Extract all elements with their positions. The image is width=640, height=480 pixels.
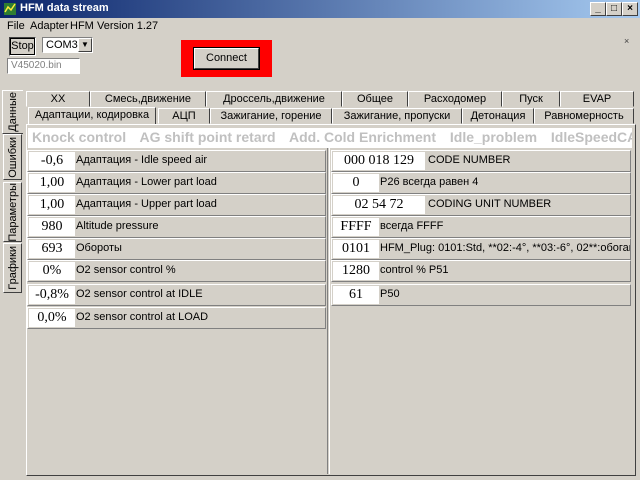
row-value: 61	[333, 286, 379, 304]
tab-start[interactable]: Пуск	[502, 91, 560, 107]
window-title: HFM data stream	[20, 2, 109, 14]
header-knock-control: Knock control	[32, 129, 127, 145]
row-value: 0	[333, 174, 379, 192]
row-value: 1,00	[29, 174, 75, 192]
row-label: CODING UNIT NUMBER	[428, 198, 552, 210]
menu-hfm[interactable]: HFM	[70, 20, 94, 32]
tab-idle[interactable]: ХХ	[26, 91, 90, 107]
menu-version[interactable]: Version 1.27	[97, 20, 158, 32]
tab-ignition-misfires[interactable]: Зажигание, пропуски	[332, 108, 462, 124]
side-tab-label: Ошибки	[6, 136, 19, 178]
list-item: 0101 HFM_Plug: 0101:Std, **02:-4°, **03:…	[331, 238, 631, 260]
header-idle-problem: Idle_problem	[449, 129, 538, 145]
row-value: 1,00	[29, 196, 75, 214]
side-tab-label: Данные	[7, 92, 19, 132]
row-value: 980	[29, 218, 75, 236]
chevron-down-icon[interactable]: ▼	[78, 38, 92, 52]
tab-general[interactable]: Общее	[342, 91, 408, 107]
row-label: всегда FFFF	[380, 220, 444, 232]
list-item: 61 P50	[331, 284, 631, 306]
list-item: 0 P26 всегда равен 4	[331, 172, 631, 194]
port-select[interactable]: COM3 ▼	[42, 37, 93, 53]
list-item: FFFF всегда FFFF	[331, 216, 631, 238]
close-button[interactable]: ×	[622, 2, 638, 16]
tab-adaptations-coding[interactable]: Адаптации, кодировка	[28, 107, 156, 125]
title-bar[interactable]: HFM data stream _ □ ×	[0, 0, 640, 18]
list-item: -0,8% O2 sensor control at IDLE	[27, 284, 326, 306]
row-value: 0101	[333, 240, 379, 258]
row-label: Адаптация - Lower part load	[76, 176, 217, 188]
connect-button[interactable]: Connect	[193, 47, 260, 70]
maximize-button[interactable]: □	[606, 2, 622, 16]
column-divider	[327, 148, 330, 474]
list-item: 693 Обороты	[27, 238, 326, 260]
list-item: 980 Altitude pressure	[27, 216, 326, 238]
list-item: 0% O2 sensor control %	[27, 260, 326, 282]
minimize-button[interactable]: _	[590, 2, 606, 16]
row-value: -0,8%	[29, 286, 75, 304]
row-value: 1280	[333, 262, 379, 280]
list-item: 02 54 72 CODING UNIT NUMBER	[331, 194, 631, 216]
row-label: Обороты	[76, 242, 122, 254]
tab-adc[interactable]: АЦП	[158, 108, 210, 124]
close-icon[interactable]: ×	[624, 36, 629, 46]
tab-uniformity[interactable]: Равномерность	[534, 108, 634, 124]
menu-adapter[interactable]: Adapter	[30, 20, 69, 32]
row-label: Адаптация - Idle speed air	[76, 154, 208, 166]
row-value: -0,6	[29, 152, 75, 170]
side-tab-data[interactable]: Данные	[2, 90, 23, 134]
file-field[interactable]: V45020.bin	[7, 58, 80, 74]
port-select-value: COM3	[46, 39, 78, 51]
parameter-header-bar: Knock control AG shift point retard Add.…	[28, 128, 632, 148]
list-item: -0,6 Адаптация - Idle speed air	[27, 150, 326, 172]
row-label: Altitude pressure	[76, 220, 159, 232]
app-icon	[4, 3, 16, 15]
row-label: O2 sensor control at IDLE	[76, 288, 203, 300]
tab-ignition-combustion[interactable]: Зажигание, горение	[210, 108, 332, 124]
list-item: 0,0% O2 sensor control at LOAD	[27, 307, 326, 329]
row-value: 0%	[29, 262, 75, 280]
side-tab-label: Параметры	[6, 182, 19, 242]
side-tab-label: Графики	[6, 246, 19, 290]
header-idle-speed-cat: IdleSpeedCATheat	[550, 129, 632, 145]
list-item: 1280 control % P51	[331, 260, 631, 282]
row-value: 693	[29, 240, 75, 258]
row-label: O2 sensor control %	[76, 264, 176, 276]
stop-button[interactable]: Stop	[9, 37, 36, 56]
tab-mixture-motion[interactable]: Смесь,движение	[90, 91, 206, 107]
row-value: 000 018 129	[333, 152, 425, 170]
row-label: P50	[380, 288, 400, 300]
row-label: O2 sensor control at LOAD	[76, 311, 209, 323]
header-ag-shift: AG shift point retard	[139, 129, 276, 145]
menu-file[interactable]: File	[7, 20, 25, 32]
row-value: 0,0%	[29, 309, 75, 327]
row-label: control % P51	[380, 264, 449, 276]
row-value: 02 54 72	[333, 196, 425, 214]
side-tab-graphs[interactable]: Графики	[3, 243, 22, 293]
tab-evap[interactable]: EVAP	[560, 91, 634, 107]
side-tab-errors[interactable]: Ошибки	[3, 134, 22, 180]
tab-flowmeter[interactable]: Расходомер	[408, 91, 502, 107]
menu-bar: File Adapter HFM Version 1.27	[0, 18, 640, 34]
list-item: 000 018 129 CODE NUMBER	[331, 150, 631, 172]
side-tab-parameters[interactable]: Параметры	[3, 182, 22, 242]
list-item: 1,00 Адаптация - Upper part load	[27, 194, 326, 216]
row-label: CODE NUMBER	[428, 154, 511, 166]
row-label: P26 всегда равен 4	[380, 176, 479, 188]
row-label: HFM_Plug: 0101:Std, **02:-4°, **03:-6°, …	[380, 242, 630, 254]
tab-knock[interactable]: Детонация	[462, 108, 534, 124]
row-value: FFFF	[333, 218, 379, 236]
list-item: 1,00 Адаптация - Lower part load	[27, 172, 326, 194]
header-cold-enrichment: Add. Cold Enrichment	[289, 129, 436, 145]
tab-throttle-motion[interactable]: Дроссель,движение	[206, 91, 342, 107]
row-label: Адаптация - Upper part load	[76, 198, 217, 210]
